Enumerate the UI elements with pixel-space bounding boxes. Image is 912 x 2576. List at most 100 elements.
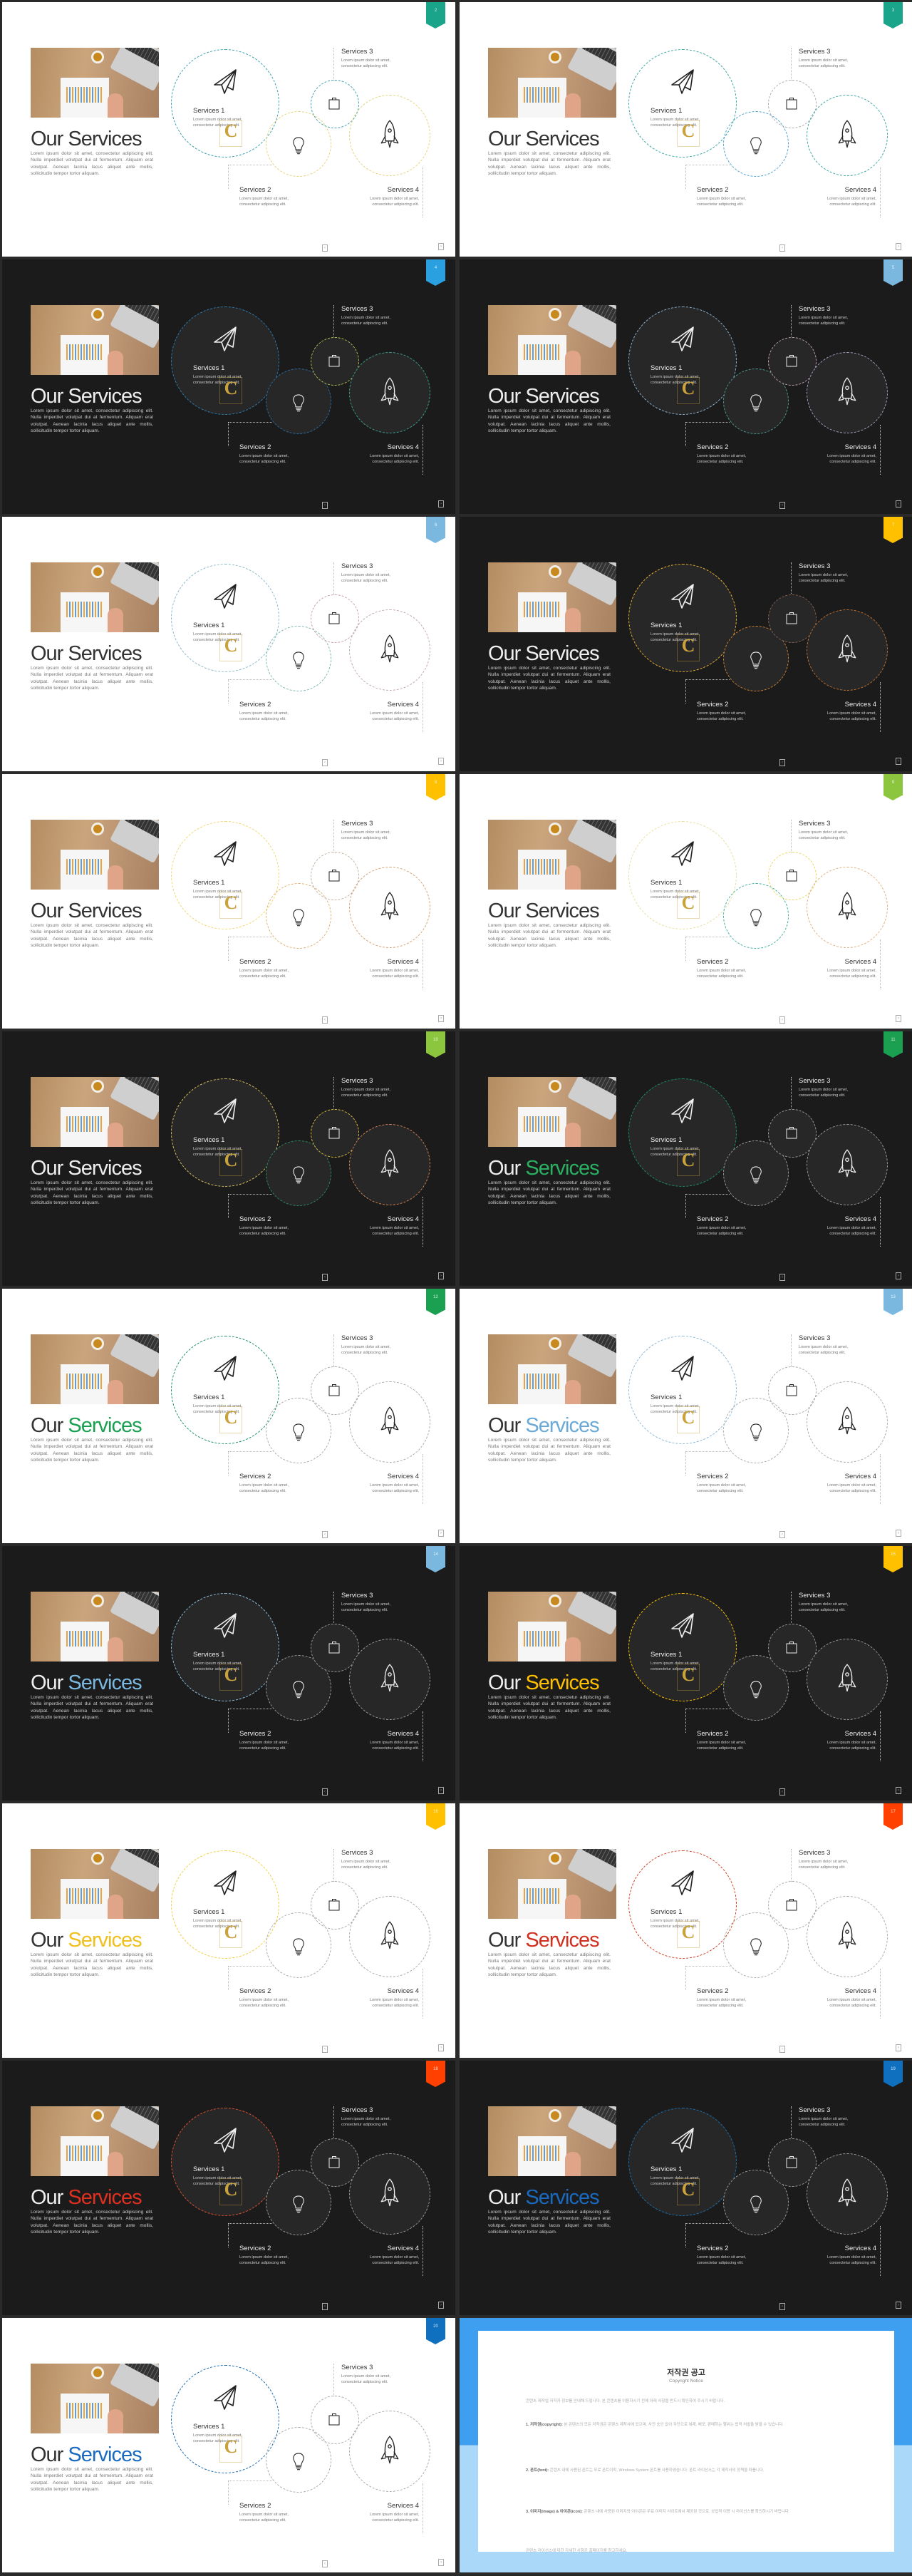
slide-thumbnail[interactable]: 20 Our Services Lorem ipsum dolor sit amet… [2, 2318, 455, 2572]
slide-thumbnail[interactable]: 4 Our Services Lorem ipsum dolor sit amet,… [2, 259, 455, 514]
slide-thumbnail[interactable]: 10 Our Services Lorem ipsum dolor sit amet… [2, 1031, 455, 1286]
prev-slide-button[interactable]: ‹ [322, 2560, 328, 2567]
next-slide-button[interactable]: › [438, 2044, 444, 2051]
prev-slide-button[interactable]: ‹ [779, 1531, 785, 1538]
prev-slide-button[interactable]: ‹ [322, 1016, 328, 1024]
service-3-label: Services 3 [799, 2106, 831, 2114]
service-2-desc: Lorem ipsum dolor sit amet, consectetur a… [239, 2513, 289, 2523]
prev-slide-button[interactable]: ‹ [322, 244, 328, 252]
connector-line [333, 48, 334, 81]
connector-line [880, 425, 881, 475]
service-2-label: Services 2 [697, 2245, 729, 2252]
service-2-label: Services 2 [239, 1215, 271, 1223]
paper-plane-icon [669, 840, 698, 868]
rocket-icon [379, 1663, 400, 1694]
slide-thumbnail[interactable]: 2 Our Services Lorem ipsum dolor sit amet,… [2, 2, 455, 257]
prev-slide-button[interactable]: ‹ [779, 1274, 785, 1281]
service-2-desc: Lorem ipsum dolor sit amet, consectetur a… [697, 454, 747, 464]
slide-thumbnail[interactable]: 15 Our Services Lorem ipsum dolor sit amet… [460, 1546, 912, 1800]
next-slide-button[interactable]: › [438, 2559, 444, 2566]
slide-number-badge: 9 [884, 774, 903, 800]
next-slide-button[interactable]: › [896, 1272, 901, 1279]
connector-line [228, 679, 229, 704]
prev-slide-button[interactable]: ‹ [322, 2046, 328, 2053]
slide-number-badge: 12 [426, 1289, 445, 1315]
next-slide-button[interactable]: › [896, 758, 901, 765]
next-slide-button[interactable]: › [896, 1787, 901, 1794]
prev-slide-button[interactable]: ‹ [322, 1788, 328, 1796]
intro-text: Lorem ipsum dolor sit amet, consectetur … [488, 1180, 611, 1205]
service-2-label: Services 2 [239, 186, 271, 194]
next-slide-button[interactable]: › [896, 243, 901, 250]
title-accent: Services [68, 2186, 142, 2209]
desk-photo [488, 1849, 616, 1919]
slide-thumbnail[interactable]: 14 Our Services Lorem ipsum dolor sit amet… [2, 1546, 455, 1800]
next-slide-button[interactable]: › [438, 1015, 444, 1022]
next-slide-button[interactable]: › [896, 1530, 901, 1537]
connector-line [685, 1451, 730, 1452]
next-slide-button[interactable]: › [438, 1272, 444, 1279]
slide-thumbnail[interactable]: 5 Our Services Lorem ipsum dolor sit amet,… [460, 259, 912, 514]
copyright-notice-slide[interactable]: 저작권 공고 Copyright Notice 콘텐츠 제작업 저작자 정보를 안내… [460, 2318, 912, 2572]
service-4-desc: Lorem ipsum dolor sit amet, consectetur a… [369, 2255, 419, 2265]
briefcase-icon [327, 1640, 341, 1654]
service-1-label: Services 1 [193, 1136, 225, 1144]
prev-slide-button[interactable]: ‹ [779, 502, 785, 509]
slide-thumbnail[interactable]: 6 Our Services Lorem ipsum dolor sit amet,… [2, 517, 455, 771]
next-slide-button[interactable]: › [438, 2302, 444, 2309]
service-1-label: Services 1 [651, 1393, 683, 1401]
briefcase-icon [327, 2155, 341, 2169]
slide-title: Our Services [488, 385, 600, 408]
next-slide-button[interactable]: › [896, 1015, 901, 1022]
prev-slide-button[interactable]: ‹ [322, 1531, 328, 1538]
slide-thumbnail[interactable]: 7 Our Services Lorem ipsum dolor sit amet,… [460, 517, 912, 771]
briefcase-icon [327, 1897, 341, 1912]
desk-photo [488, 1334, 616, 1404]
prev-slide-button[interactable]: ‹ [322, 502, 328, 509]
briefcase-icon [784, 611, 799, 625]
prev-slide-button[interactable]: ‹ [779, 2303, 785, 2310]
slide-thumbnail[interactable]: 11 Our Services Lorem ipsum dolor sit amet… [460, 1031, 912, 1286]
slide-thumbnail[interactable]: 18 Our Services Lorem ipsum dolor sit amet… [2, 2061, 455, 2315]
prev-slide-button[interactable]: ‹ [779, 1788, 785, 1796]
next-slide-button[interactable]: › [438, 243, 444, 250]
paper-plane-icon [212, 2126, 240, 2155]
next-slide-button[interactable]: › [896, 2302, 901, 2309]
next-slide-button[interactable]: › [438, 1530, 444, 1537]
prev-slide-button[interactable]: ‹ [322, 1274, 328, 1281]
rocket-icon [836, 119, 858, 150]
next-slide-button[interactable]: › [438, 758, 444, 765]
slide-thumbnail[interactable]: 13 Our Services Lorem ipsum dolor sit amet… [460, 1289, 912, 1543]
slide-thumbnail[interactable]: 16 Our Services Lorem ipsum dolor sit amet… [2, 1803, 455, 2058]
next-slide-button[interactable]: › [896, 500, 901, 508]
slide-thumbnail[interactable]: 17 Our Services Lorem ipsum dolor sit amet… [460, 1803, 912, 2058]
prev-slide-button[interactable]: ‹ [779, 244, 785, 252]
slide-thumbnail[interactable]: 3 Our Services Lorem ipsum dolor sit amet,… [460, 2, 912, 257]
prev-slide-button[interactable]: ‹ [779, 2046, 785, 2053]
service-1-label: Services 1 [651, 107, 683, 115]
slide-thumbnail[interactable]: 8 Our Services Lorem ipsum dolor sit amet,… [2, 774, 455, 1029]
slide-thumbnail[interactable]: 12 Our Services Lorem ipsum dolor sit amet… [2, 1289, 455, 1543]
service-4-label: Services 4 [387, 1987, 419, 1995]
title-plain: Our [488, 2186, 526, 2209]
service-3-label: Services 3 [341, 2106, 373, 2114]
briefcase-icon [784, 1383, 799, 1397]
next-slide-button[interactable]: › [438, 1787, 444, 1794]
service-4-label: Services 4 [844, 186, 876, 194]
prev-slide-button[interactable]: ‹ [322, 2303, 328, 2310]
lightbulb-icon [747, 1163, 765, 1187]
prev-slide-button[interactable]: ‹ [779, 1016, 785, 1024]
service-1-label: Services 1 [193, 879, 225, 887]
service-3-desc: Lorem ipsum dolor sit amet, consectetur a… [341, 1602, 391, 1612]
slide-thumbnail[interactable]: 19 Our Services Lorem ipsum dolor sit amet… [460, 2061, 912, 2315]
connector-line [791, 48, 792, 81]
next-slide-button[interactable]: › [896, 2044, 901, 2051]
prev-slide-button[interactable]: ‹ [779, 759, 785, 766]
slide-thumbnail[interactable]: 9 Our Services Lorem ipsum dolor sit amet,… [460, 774, 912, 1029]
service-2-desc: Lorem ipsum dolor sit amet, consectetur a… [697, 969, 747, 979]
service-4-label: Services 4 [387, 701, 419, 709]
prev-slide-button[interactable]: ‹ [322, 759, 328, 766]
title-accent: Services [525, 2186, 599, 2209]
intro-text: Lorem ipsum dolor sit amet, consectetur … [488, 1695, 611, 1720]
next-slide-button[interactable]: › [438, 500, 444, 508]
